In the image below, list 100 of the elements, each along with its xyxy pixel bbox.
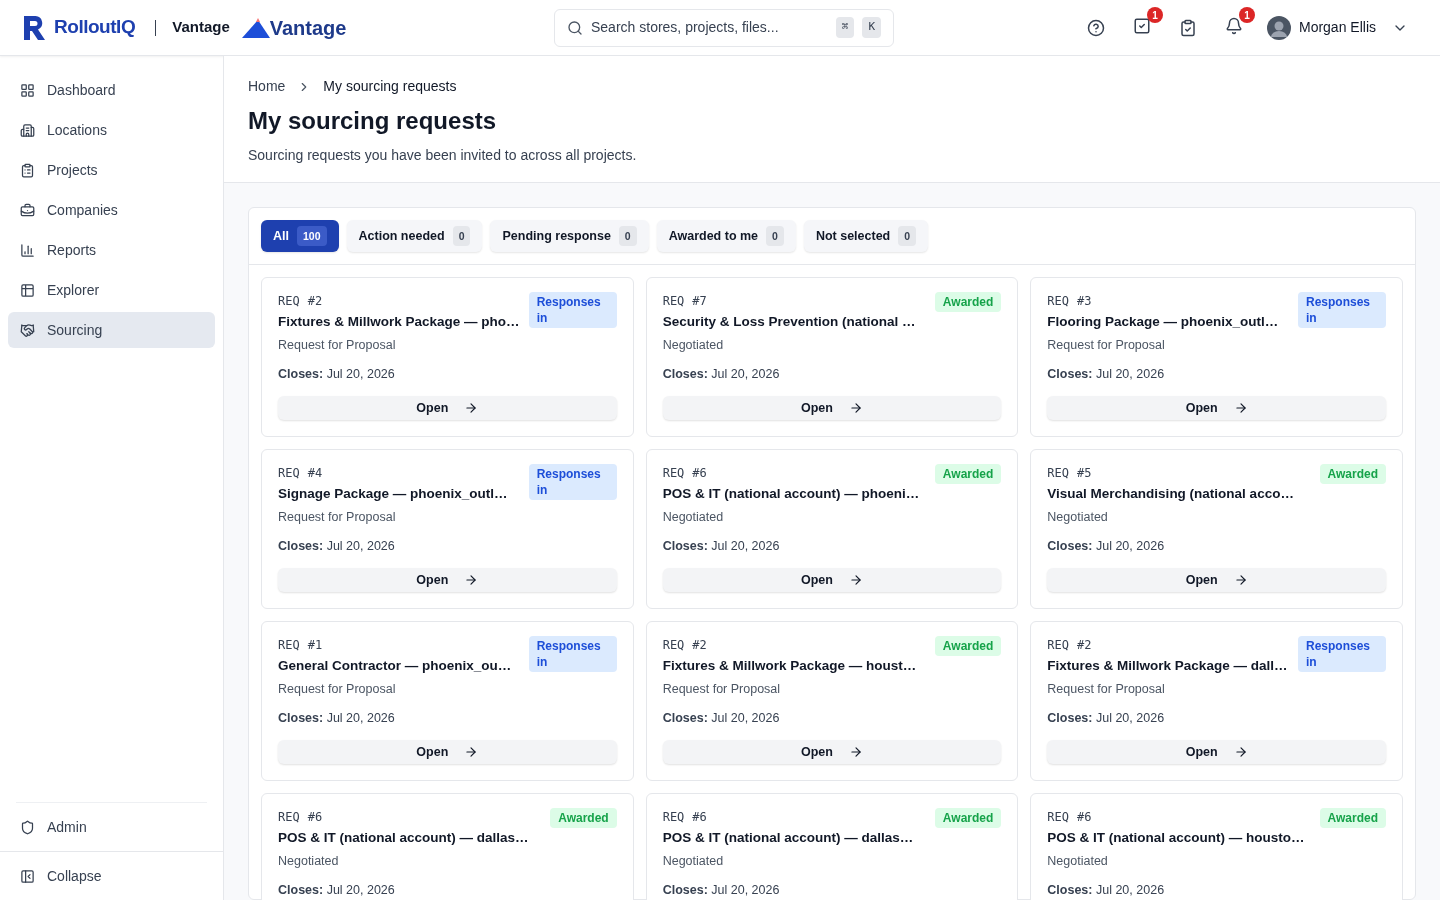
- request-number: #3: [1077, 293, 1092, 310]
- request-type: Request for Proposal: [1047, 681, 1166, 699]
- building-icon: [20, 122, 35, 138]
- filter-tab[interactable]: All 100: [261, 220, 339, 252]
- open-button[interactable]: Open: [1047, 567, 1386, 592]
- status-badge: Responses in: [528, 292, 617, 328]
- page-title: My sourcing requests: [248, 106, 498, 136]
- sidebar-item[interactable]: Companies: [8, 192, 215, 228]
- request-number: #1: [307, 637, 323, 654]
- filter-tab[interactable]: Awarded to me 0: [656, 220, 796, 252]
- avatar: [1266, 15, 1291, 40]
- search-bar[interactable]: Search stores, projects, files... ⌘ K: [554, 8, 894, 47]
- open-button[interactable]: Open: [1047, 395, 1386, 420]
- notification-count: 1: [1238, 7, 1255, 23]
- request-title: Visual Merchandising (national acco…: [1047, 485, 1294, 503]
- open-button[interactable]: Open: [278, 567, 617, 592]
- shield-icon: [20, 819, 35, 835]
- request-type: Request for Proposal: [1047, 337, 1166, 355]
- status-badge: Responses in: [1298, 636, 1386, 672]
- bell-icon: [1224, 17, 1243, 35]
- request-title: POS & IT (national account) — phoeni…: [662, 485, 920, 503]
- arrow-right-icon: [464, 400, 479, 415]
- arrow-right-icon: [1233, 400, 1248, 415]
- request-number: #7: [692, 293, 707, 310]
- open-button[interactable]: Open: [1047, 739, 1386, 764]
- request-title: Flooring Package — phoenix_outl…: [1047, 313, 1279, 331]
- open-button[interactable]: Open: [278, 395, 617, 420]
- briefcase-icon: [20, 202, 35, 218]
- request-label: REQ: [662, 465, 685, 482]
- closes-date: Closes: Jul 20, 2026: [1047, 710, 1165, 727]
- clipboard-check-icon: [1178, 18, 1197, 37]
- breadcrumb-link[interactable]: Home: [248, 76, 286, 97]
- sidebar-item[interactable]: Explorer: [8, 272, 215, 308]
- request-number: #5: [1077, 465, 1092, 482]
- workspace-name: Vantage: [172, 17, 230, 38]
- filter-tab[interactable]: Action needed 0: [346, 220, 483, 252]
- open-button[interactable]: Open: [662, 739, 1002, 764]
- request-number: #2: [692, 637, 707, 654]
- table-icon: [20, 282, 35, 298]
- admin-link[interactable]: Admin: [0, 803, 223, 851]
- help-icon: [1086, 18, 1105, 37]
- request-label: REQ: [662, 293, 685, 310]
- sidebar-item[interactable]: Dashboard: [8, 72, 215, 108]
- request-number: #6: [692, 809, 707, 826]
- request-number: #2: [1077, 637, 1092, 654]
- closes-date: Closes: Jul 20, 2026: [662, 710, 780, 727]
- collapse-button[interactable]: Collapse: [0, 852, 223, 900]
- request-title: Fixtures & Millwork Package — dall…: [1047, 657, 1288, 675]
- clipboard-icon: [20, 162, 35, 178]
- count-badge: 100: [297, 226, 327, 246]
- open-button[interactable]: Open: [662, 567, 1002, 592]
- request-title: Signage Package — phoenix_outl…: [278, 485, 508, 503]
- request-type: Request for Proposal: [278, 681, 397, 699]
- handshake-icon: [20, 322, 35, 338]
- mountain-logo-icon: [241, 17, 270, 38]
- request-label: REQ: [278, 809, 300, 826]
- request-type: Negotiated: [1047, 509, 1109, 527]
- request-label: REQ: [278, 293, 300, 310]
- closes-date: Closes: Jul 20, 2026: [278, 538, 395, 555]
- bar-chart-icon: [20, 242, 35, 258]
- request-type: Negotiated: [278, 853, 340, 871]
- request-type: Negotiated: [662, 853, 725, 871]
- request-title: POS & IT (national account) — dallas…: [278, 829, 529, 847]
- sidebar-item[interactable]: Locations: [8, 112, 215, 148]
- request-number: #6: [692, 465, 707, 482]
- request-number: #6: [1077, 809, 1092, 826]
- closes-date: Closes: Jul 20, 2026: [1047, 366, 1165, 383]
- sidebar-item[interactable]: Projects: [8, 152, 215, 188]
- user-name[interactable]: Morgan Ellis: [1298, 17, 1376, 38]
- open-button[interactable]: Open: [662, 395, 1002, 420]
- search-icon: [567, 19, 583, 36]
- shortcut-key: ⌘: [835, 17, 855, 38]
- search-field[interactable]: Search stores, projects, files...: [591, 17, 828, 38]
- closes-date: Closes: Jul 20, 2026: [1047, 882, 1165, 899]
- request-title: POS & IT (national account) — housto…: [1047, 829, 1305, 847]
- brand-logo-icon: [24, 15, 46, 40]
- status-badge: Awarded: [1319, 464, 1386, 484]
- request-type: Request for Proposal: [662, 681, 782, 699]
- request-type: Request for Proposal: [278, 337, 397, 355]
- filter-tab[interactable]: Pending response 0: [490, 220, 649, 252]
- request-title: Fixtures & Millwork Package — pho…: [278, 313, 520, 331]
- client-logo-text: Vantage: [269, 15, 347, 41]
- status-badge: Responses in: [528, 636, 617, 672]
- filter-tab[interactable]: Not selected 0: [803, 220, 929, 252]
- request-type: Negotiated: [1047, 853, 1109, 871]
- closes-date: Closes: Jul 20, 2026: [662, 882, 780, 899]
- request-label: REQ: [1047, 809, 1069, 826]
- request-label: REQ: [278, 465, 300, 482]
- sidebar-item[interactable]: Sourcing: [8, 312, 215, 348]
- status-badge: Awarded: [934, 636, 1002, 656]
- shortcut-key: K: [862, 17, 881, 38]
- open-button[interactable]: Open: [278, 739, 617, 764]
- closes-date: Closes: Jul 20, 2026: [1047, 538, 1165, 555]
- request-title: Fixtures & Millwork Package — houst…: [662, 657, 917, 675]
- breadcrumb-link[interactable]: My sourcing requests: [323, 76, 457, 97]
- request-label: REQ: [1047, 465, 1069, 482]
- sidebar-item[interactable]: Reports: [8, 232, 215, 268]
- closes-date: Closes: Jul 20, 2026: [662, 366, 780, 383]
- status-badge: Awarded: [1319, 808, 1386, 828]
- count-badge: 0: [618, 226, 637, 246]
